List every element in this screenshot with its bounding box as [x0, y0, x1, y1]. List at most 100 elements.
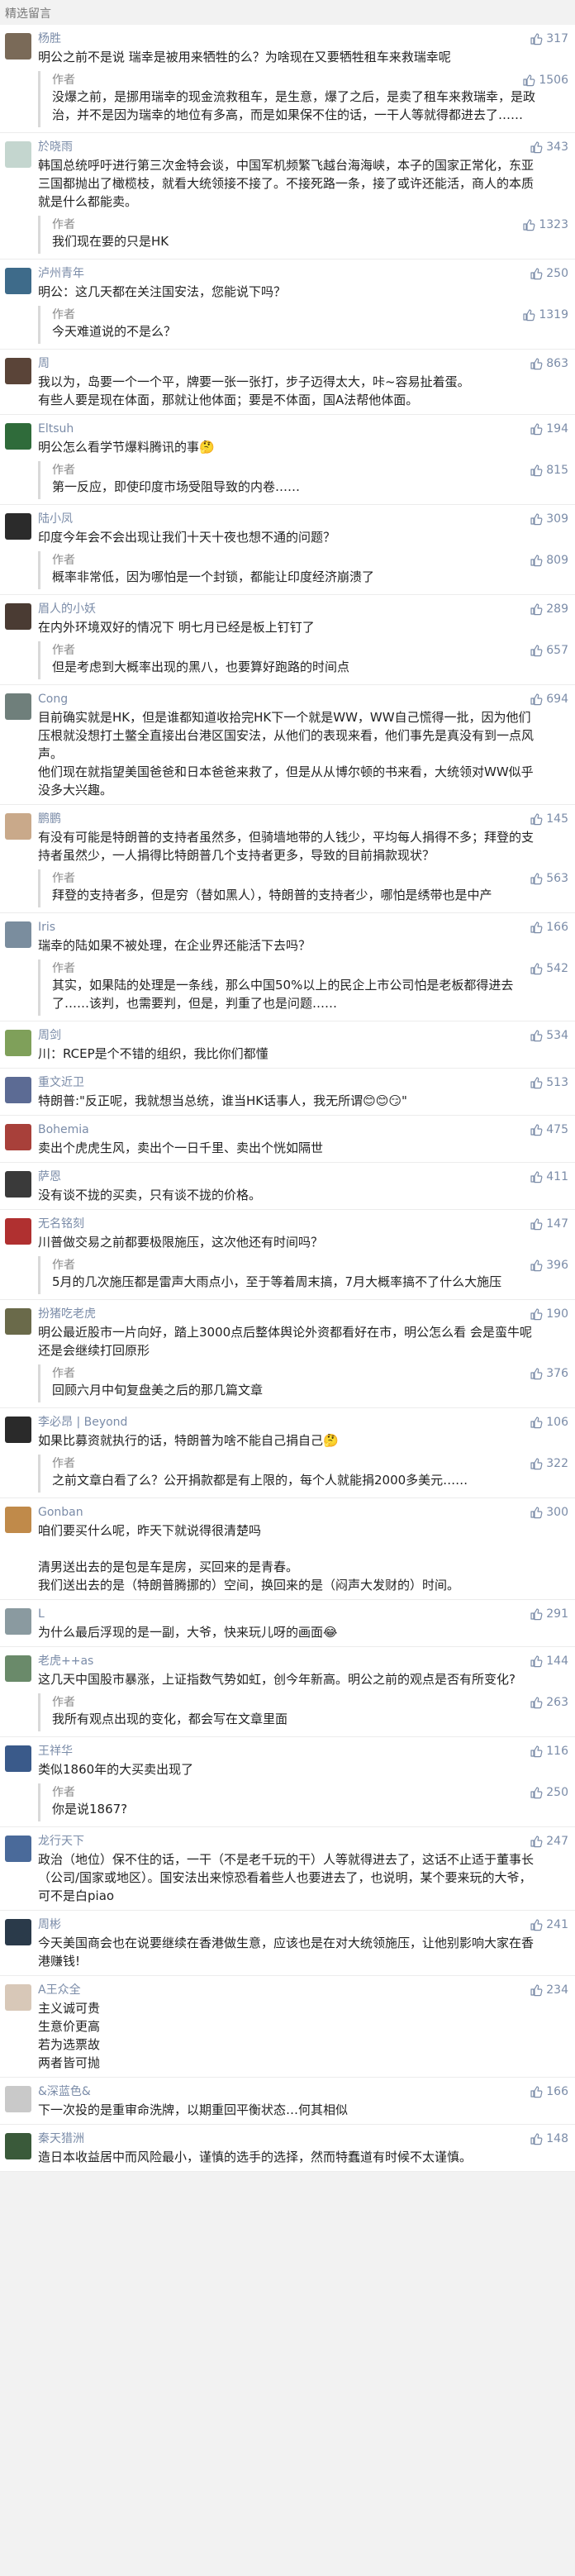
like-button[interactable]: 291: [530, 1607, 568, 1621]
like-button[interactable]: 534: [530, 1028, 568, 1043]
reply-like-button[interactable]: 250: [530, 1785, 568, 1800]
commenter-name[interactable]: 重文近卫: [38, 1075, 568, 1090]
like-button[interactable]: 475: [530, 1122, 568, 1137]
reply-like-button[interactable]: 376: [530, 1366, 568, 1381]
reply-like-button[interactable]: 542: [530, 961, 568, 976]
like-button[interactable]: 234: [530, 1983, 568, 1997]
like-button[interactable]: 309: [530, 512, 568, 526]
commenter-name[interactable]: 眉人的小妖: [38, 602, 568, 617]
like-button[interactable]: 317: [530, 31, 568, 46]
avatar[interactable]: [5, 1171, 31, 1198]
reply-text: 我们现在要的只是HK: [52, 234, 169, 249]
reply-like-button[interactable]: 657: [530, 643, 568, 658]
avatar[interactable]: [5, 813, 31, 840]
commenter-name[interactable]: &深蓝色&: [38, 2084, 568, 2099]
commenter-name[interactable]: 扮猪吃老虎: [38, 1307, 568, 1321]
like-button[interactable]: 106: [530, 1415, 568, 1430]
commenter-name[interactable]: 於晓雨: [38, 140, 568, 155]
commenter-name[interactable]: 王祥华: [38, 1744, 568, 1759]
reply-like-button[interactable]: 1323: [522, 217, 568, 232]
avatar[interactable]: [5, 423, 31, 450]
like-count: 694: [546, 693, 568, 706]
avatar[interactable]: [5, 2133, 31, 2159]
like-button[interactable]: 148: [530, 2131, 568, 2146]
like-button[interactable]: 694: [530, 692, 568, 707]
avatar[interactable]: [5, 268, 31, 294]
commenter-name[interactable]: L: [38, 1607, 568, 1621]
commenter-name[interactable]: 陆小凤: [38, 512, 568, 526]
commenter-name[interactable]: Iris: [38, 920, 568, 935]
commenter-name[interactable]: 萨恩: [38, 1169, 568, 1184]
commenter-name[interactable]: 周彬: [38, 1917, 568, 1932]
like-button[interactable]: 289: [530, 602, 568, 617]
reply-like-button[interactable]: 815: [530, 463, 568, 478]
avatar[interactable]: [5, 141, 31, 168]
commenter-name[interactable]: Eltsuh: [38, 421, 568, 436]
reply-like-button[interactable]: 1319: [522, 307, 568, 322]
reply-like-button[interactable]: 322: [530, 1456, 568, 1471]
commenter-name[interactable]: Cong: [38, 692, 568, 707]
avatar[interactable]: [5, 1608, 31, 1635]
like-count: 309: [546, 512, 568, 526]
commenter-name[interactable]: 杨胜: [38, 31, 568, 46]
like-button[interactable]: 241: [530, 1917, 568, 1932]
avatar[interactable]: [5, 1836, 31, 1862]
reply-like-button[interactable]: 809: [530, 553, 568, 568]
like-button[interactable]: 411: [530, 1169, 568, 1184]
commenter-name[interactable]: 秦天猎洲: [38, 2131, 568, 2146]
like-button[interactable]: 190: [530, 1307, 568, 1321]
commenter-name[interactable]: Gonban: [38, 1505, 568, 1520]
like-button[interactable]: 147: [530, 1217, 568, 1231]
commenter-name[interactable]: 龙行天下: [38, 1834, 568, 1849]
comment-text: 今天美国商会也在说要继续在香港做生意，应该也是在对大统领施压，让他别影响大家在香…: [38, 1936, 535, 1969]
avatar[interactable]: [5, 921, 31, 948]
like-button[interactable]: 116: [530, 1744, 568, 1759]
reply-like-button[interactable]: 396: [530, 1258, 568, 1273]
like-button[interactable]: 145: [530, 812, 568, 826]
commenter-name[interactable]: 无名铭刻: [38, 1217, 568, 1231]
commenter-name[interactable]: 鹏鹏: [38, 812, 568, 826]
like-button[interactable]: 144: [530, 1654, 568, 1669]
avatar[interactable]: [5, 33, 31, 60]
avatar[interactable]: [5, 1077, 31, 1103]
reply-like-button[interactable]: 563: [530, 871, 568, 886]
author-reply: 作者 250 你是说1867?: [38, 1783, 568, 1821]
avatar[interactable]: [5, 1984, 31, 2011]
avatar[interactable]: [5, 1417, 31, 1443]
commenter-name[interactable]: 周剑: [38, 1028, 568, 1043]
avatar[interactable]: [5, 603, 31, 630]
like-button[interactable]: 166: [530, 2084, 568, 2099]
like-button[interactable]: 247: [530, 1834, 568, 1849]
like-button[interactable]: 513: [530, 1075, 568, 1090]
avatar[interactable]: [5, 1507, 31, 1533]
reply-like-button[interactable]: 263: [530, 1695, 568, 1710]
like-count: 300: [546, 1506, 568, 1519]
avatar[interactable]: [5, 513, 31, 540]
avatar[interactable]: [5, 693, 31, 720]
avatar[interactable]: [5, 1655, 31, 1682]
avatar[interactable]: [5, 2086, 31, 2112]
thumbs-up-icon: [530, 357, 543, 370]
avatar[interactable]: [5, 358, 31, 384]
avatar[interactable]: [5, 1124, 31, 1150]
commenter-name[interactable]: 泸州青年: [38, 266, 568, 281]
like-button[interactable]: 166: [530, 920, 568, 935]
avatar[interactable]: [5, 1308, 31, 1335]
like-button[interactable]: 250: [530, 266, 568, 281]
like-button[interactable]: 194: [530, 421, 568, 436]
like-button[interactable]: 300: [530, 1505, 568, 1520]
avatar[interactable]: [5, 1745, 31, 1772]
commenter-name[interactable]: 李必昂 | Beyond: [38, 1415, 568, 1430]
commenter-name[interactable]: 老虎++as: [38, 1654, 568, 1669]
commenter-name[interactable]: Bohemia: [38, 1122, 568, 1137]
avatar[interactable]: [5, 1919, 31, 1945]
author-reply: 作者 563 拜登的支持者多，但是穷（替如黑人），特朗普的支持者少，哪怕是绣带也是中…: [38, 869, 568, 907]
avatar[interactable]: [5, 1030, 31, 1056]
comment-text: 明公之前不是说 瑞幸是被用来牺牲的么？为啥现在又要牺牲租车来救瑞幸呢: [38, 50, 451, 64]
avatar[interactable]: [5, 1218, 31, 1245]
reply-like-button[interactable]: 1506: [522, 73, 568, 88]
commenter-name[interactable]: A王众全: [38, 1983, 568, 1997]
like-button[interactable]: 863: [530, 356, 568, 371]
commenter-name[interactable]: 周: [38, 356, 568, 371]
like-button[interactable]: 343: [530, 140, 568, 155]
